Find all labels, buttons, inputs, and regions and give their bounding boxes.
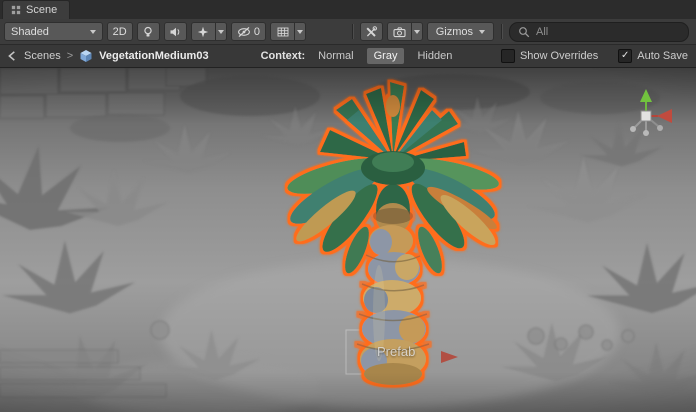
grid-button-group [270,22,306,41]
shading-mode-dropdown[interactable]: Shaded [4,22,103,41]
camera-settings-button[interactable] [387,22,411,41]
effects-toggle-button[interactable] [191,22,215,41]
search-field[interactable] [509,22,689,42]
audio-toggle-button[interactable] [164,22,187,41]
show-overrides-label: Show Overrides [520,50,598,62]
checkbox-box[interactable] [501,49,515,63]
eye-slash-icon [237,26,251,38]
toggle-2d-button[interactable]: 2D [107,22,133,41]
back-arrow-icon[interactable] [6,50,18,62]
tab-bar: Scene [0,0,696,19]
hidden-count-label: 0 [254,26,260,38]
prefab-breadcrumb-bar: Scenes > VegetationMedium03 Context: Nor… [0,45,696,68]
lighting-toggle-button[interactable] [137,22,160,41]
axis-handle [657,125,663,131]
orientation-gizmo[interactable] [616,86,676,146]
unity-scene-view-window: Scene Shaded 2D [0,0,696,412]
y-axis-cone [640,89,652,102]
show-overrides-checkbox[interactable]: Show Overrides [501,49,598,63]
axis-handle [643,130,649,136]
grid-icon [277,26,289,38]
chevron-down-icon [218,30,224,34]
toolbar-separator [352,24,353,39]
gizmos-dropdown[interactable]: Gizmos [427,22,494,41]
shading-mode-label: Shaded [11,26,49,38]
grid-visibility-button[interactable] [270,22,294,41]
tools-icon [365,26,377,38]
scene-render [0,68,696,412]
axis-handle [630,126,636,132]
breadcrumb-separator: > [67,50,73,62]
auto-save-checkbox[interactable]: ✓ Auto Save [618,49,688,63]
effects-dropdown[interactable] [215,22,227,41]
chevron-down-icon [90,30,96,34]
context-option-hidden[interactable]: Hidden [410,48,459,64]
gizmos-label: Gizmos [436,26,473,38]
component-tools-button[interactable] [360,22,383,41]
scene-toolbar: Shaded 2D 0 [0,19,696,45]
effects-sparkle-icon [197,26,209,38]
search-icon [518,26,530,38]
camera-dropdown[interactable] [411,22,423,41]
camera-button-group [387,22,423,41]
speaker-icon [169,26,181,38]
context-option-gray[interactable]: Gray [367,48,405,64]
breadcrumb-prefab-name: VegetationMedium03 [99,50,208,62]
lightbulb-icon [142,26,154,38]
context-label: Context: [261,50,306,62]
tab-label: Scene [26,4,57,16]
toolbar-separator [501,24,502,39]
prefab-cube-icon [79,49,93,63]
window-grid-icon [11,5,21,15]
toggle-2d-label: 2D [113,26,127,38]
scene-visibility-button[interactable]: 0 [231,22,266,41]
auto-save-label: Auto Save [637,50,688,62]
effects-button-group [191,22,227,41]
context-option-normal[interactable]: Normal [311,48,360,64]
search-input[interactable] [534,25,680,39]
chevron-down-icon [297,30,303,34]
breadcrumb-scenes[interactable]: Scenes [24,50,61,62]
gizmo-center-cube [641,111,651,121]
scene-viewport[interactable]: Prefab [0,68,696,412]
checkbox-box[interactable]: ✓ [618,49,632,63]
grid-dropdown[interactable] [294,22,306,41]
tab-scene[interactable]: Scene [2,0,70,19]
chevron-down-icon [414,30,420,34]
x-axis-cone [657,109,672,123]
camera-icon [393,26,406,38]
chevron-down-icon [479,30,485,34]
